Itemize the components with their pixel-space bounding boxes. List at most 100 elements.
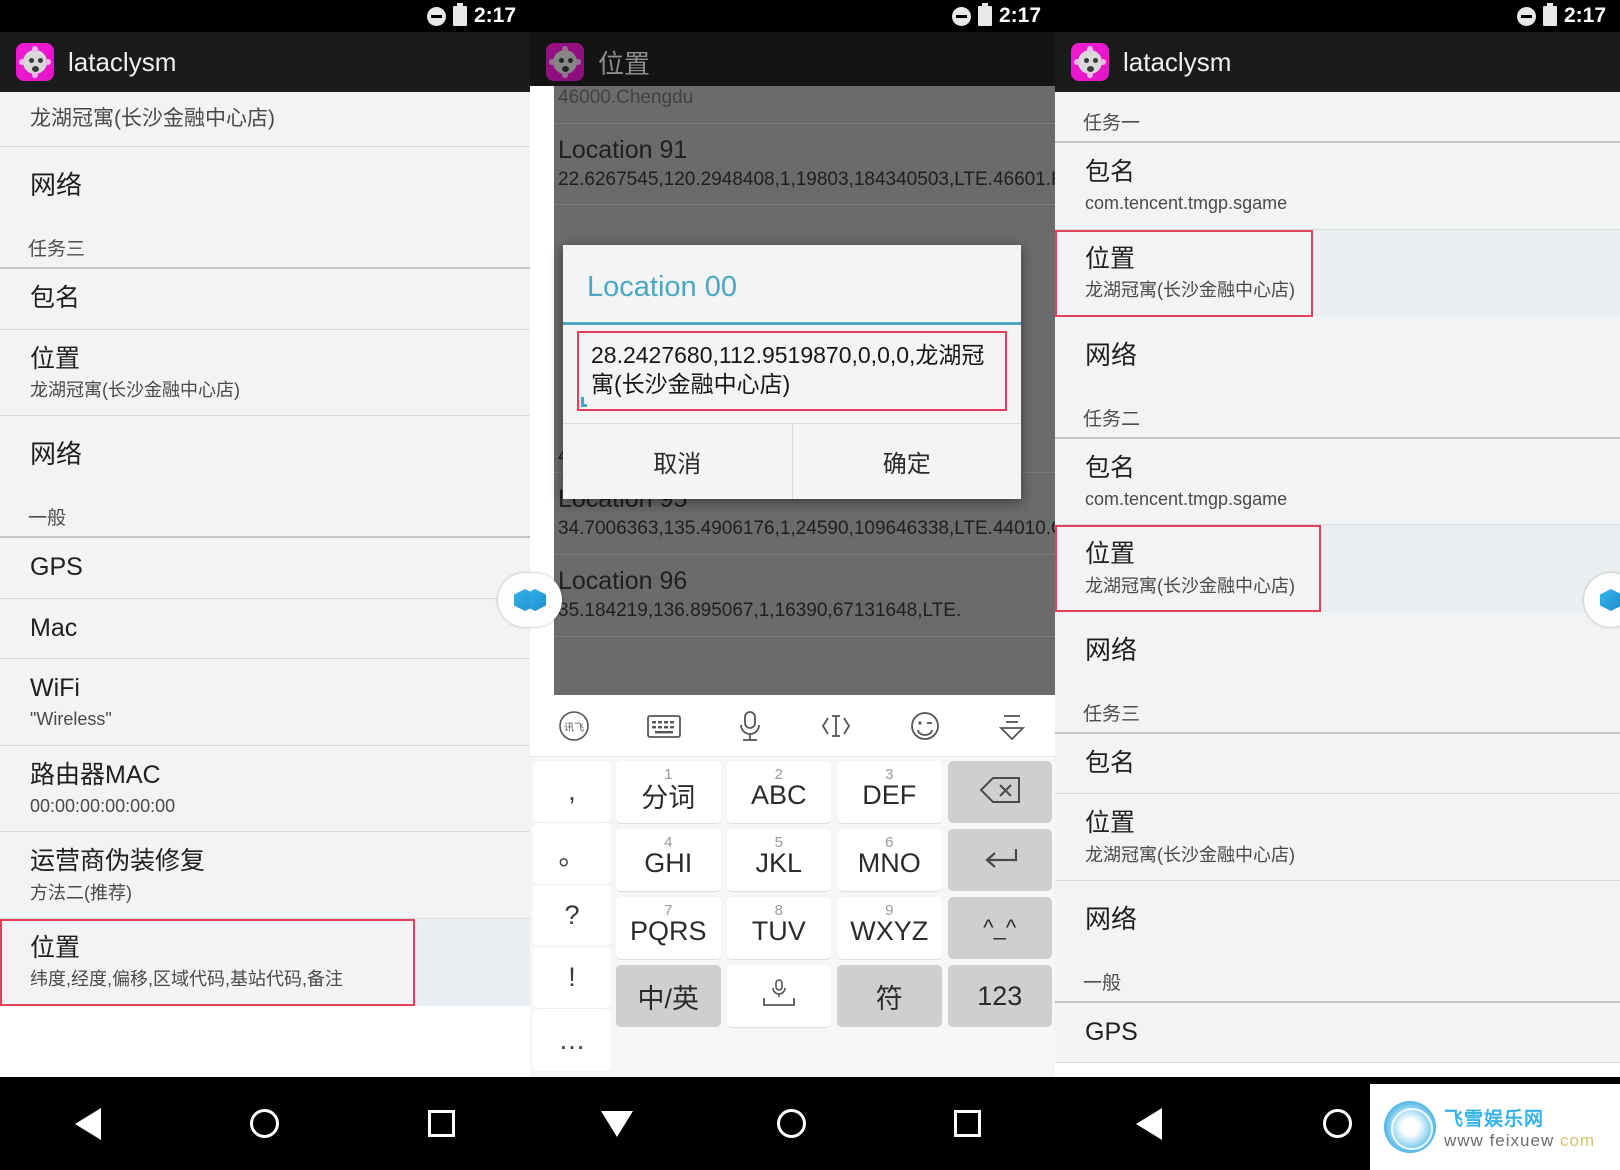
cancel-button[interactable]: 取消 [563, 424, 792, 499]
microphone-icon[interactable] [736, 708, 764, 744]
key-3-def[interactable]: 3 DEF [837, 761, 942, 823]
key-7-pqrs[interactable]: 7 PQRS [616, 897, 721, 959]
list-item-package-name[interactable]: 包名 com.tencent.tmgp.sgame [1055, 143, 1620, 230]
key-number: 8 [774, 902, 783, 919]
list-item-location[interactable]: 位置 龙湖冠寓(长沙金融中心店) [1055, 794, 1620, 881]
list-item-carrier-fix[interactable]: 运营商伪装修复 方法二(推荐) [0, 832, 530, 919]
key-4-ghi[interactable]: 4 GHI [616, 829, 721, 891]
list-item-location[interactable]: 位置 龙湖冠寓(长沙金融中心店) [0, 329, 530, 417]
key-number: 6 [885, 834, 894, 851]
list-item-subtitle: 龙湖冠寓(长沙金融中心店) [1085, 280, 1295, 300]
app-title: lataclysm [68, 46, 177, 77]
key-comma[interactable]: , [533, 761, 611, 823]
collapse-keyboard-icon[interactable] [995, 710, 1029, 742]
punctuation-column: , 。 ? ! … [533, 761, 611, 1071]
list-item-title: 位置 [1085, 809, 1136, 838]
section-header-network: 网络 [1055, 881, 1620, 952]
key-1-fenci[interactable]: 1 分词 [616, 761, 721, 823]
key-kaomoji[interactable]: ^_^ [947, 897, 1052, 959]
category-general: 一般 [1055, 952, 1620, 1003]
watermark-tld: com [1559, 1130, 1596, 1150]
key-label: 符 [875, 983, 903, 1014]
category-task-three: 任务三 [1055, 683, 1620, 734]
status-bar-2: 2:17 [530, 0, 1055, 32]
location-input-value: 28.2427680,112.9519870,0,0,0,龙湖冠寓(长沙金融中心… [591, 342, 985, 397]
list-item-location-highlighted[interactable]: 位置 龙湖冠寓(长沙金融中心店) [1055, 525, 1321, 612]
confirm-button[interactable]: 确定 [791, 423, 1022, 499]
home-icon[interactable] [1322, 1109, 1352, 1138]
list-item-location-highlighted[interactable]: 位置 龙湖冠寓(长沙金融中心店) [1055, 229, 1313, 317]
do-not-disturb-icon [426, 6, 446, 26]
list-item-title: 包名 [30, 284, 81, 313]
home-icon[interactable] [249, 1109, 279, 1138]
key-more-punct[interactable]: … [533, 1009, 611, 1071]
list-item-subtitle: 纬度,经度,偏移,区域代码,基站代码,备注 [30, 969, 344, 990]
home-icon[interactable] [777, 1109, 807, 1138]
key-period[interactable]: 。 [533, 823, 611, 885]
battery-icon [977, 3, 992, 26]
key-symbols[interactable]: 符 [837, 965, 942, 1027]
list-item[interactable]: 龙湖冠寓(长沙金融中心店) [0, 92, 530, 148]
list-item-subtitle: 22.6267545,120.2948408,1,19803,184340503… [558, 168, 1055, 190]
key-backspace[interactable] [947, 761, 1052, 823]
list-item-subtitle: 方法二(推荐) [30, 882, 132, 903]
status-bar-1: 2:17 [0, 0, 530, 32]
category-task-one: 任务一 [1055, 92, 1620, 143]
status-bar-3: 2:17 [1055, 0, 1620, 32]
cube-icon [514, 589, 530, 611]
key-6-mno[interactable]: 6 MNO [837, 829, 942, 891]
list-item-location-96[interactable]: Location 96 35.184219,136.895067,1,16390… [530, 555, 1055, 637]
list-item-title: 运营商伪装修复 [30, 847, 206, 876]
key-exclaim[interactable]: ! [533, 947, 611, 1009]
list-item-router-mac[interactable]: 路由器MAC 00:00:00:00:00:00 [0, 745, 530, 833]
back-icon[interactable] [74, 1107, 101, 1140]
list-item-wifi[interactable]: WiFi "Wireless" [0, 658, 530, 746]
key-language-toggle[interactable]: 中/英 [616, 965, 721, 1027]
list-item-gps[interactable]: GPS [0, 538, 530, 599]
list-item-title: 位置 [1085, 244, 1136, 273]
key-9-wxyz[interactable]: 9 WXYZ [837, 897, 942, 959]
list-item-location-91[interactable]: Location 91 22.6267545,120.2948408,1,198… [530, 124, 1055, 206]
dialog-actions: 取消 确定 [563, 422, 1022, 499]
cursor-move-icon[interactable] [817, 711, 855, 741]
list-item-title: 路由器MAC [30, 760, 161, 789]
back-icon[interactable] [600, 1110, 633, 1137]
key-enter[interactable] [947, 829, 1052, 891]
list-item-mac[interactable]: Mac [0, 598, 530, 659]
list-item-gps[interactable]: GPS [1055, 1003, 1620, 1064]
emoji-icon[interactable] [908, 709, 942, 743]
key-5-jkl[interactable]: 5 JKL [726, 829, 831, 891]
key-number: 4 [664, 834, 673, 851]
app-title: 位置 [598, 48, 651, 79]
list-item-location-highlighted[interactable]: 位置 纬度,经度,偏移,区域代码,基站代码,备注 [0, 919, 415, 1006]
ime-logo-icon[interactable]: 讯飞 [556, 708, 592, 744]
key-question[interactable]: ? [533, 885, 611, 947]
back-icon[interactable] [1135, 1107, 1162, 1140]
recents-icon[interactable] [954, 1110, 982, 1137]
app-title: lataclysm [1123, 46, 1232, 77]
status-time: 2:17 [1563, 4, 1606, 27]
list-item-package-name[interactable]: 包名 [1055, 734, 1620, 795]
panel-2: 2:17 位置 46000.Chengdu Location 91 22.626… [530, 0, 1055, 1170]
list-item-package-name[interactable]: 包名 com.tencent.tmgp.sgame [1055, 438, 1620, 526]
navigation-bar-1 [0, 1077, 530, 1170]
enter-icon [977, 844, 1023, 877]
recents-icon[interactable] [428, 1110, 456, 1137]
key-space[interactable] [726, 965, 831, 1027]
do-not-disturb-icon [1516, 6, 1536, 26]
key-2-abc[interactable]: 2 ABC [726, 761, 831, 823]
key-label: PQRS [629, 916, 707, 946]
location-input[interactable]: 28.2427680,112.9519870,0,0,0,龙湖冠寓(长沙金融中心… [577, 331, 1007, 411]
list-item-title: 位置 [30, 934, 81, 962]
edit-location-dialog: Location 00 28.2427680,112.9519870,0,0,0… [563, 245, 1021, 499]
list-item[interactable]: 46000.Chengdu [530, 86, 1055, 124]
key-label: JKL [755, 848, 803, 878]
key-numeric[interactable]: 123 [947, 965, 1052, 1027]
section-header-network: 网络 [0, 416, 530, 488]
list-item-title: 包名 [1085, 453, 1136, 482]
navigation-bar-2 [530, 1077, 1055, 1170]
keyboard-icon[interactable] [645, 711, 683, 741]
watermark-url: www feixuew com [1444, 1131, 1595, 1151]
list-item-package-name[interactable]: 包名 [0, 269, 530, 330]
key-8-tuv[interactable]: 8 TUV [726, 897, 831, 959]
